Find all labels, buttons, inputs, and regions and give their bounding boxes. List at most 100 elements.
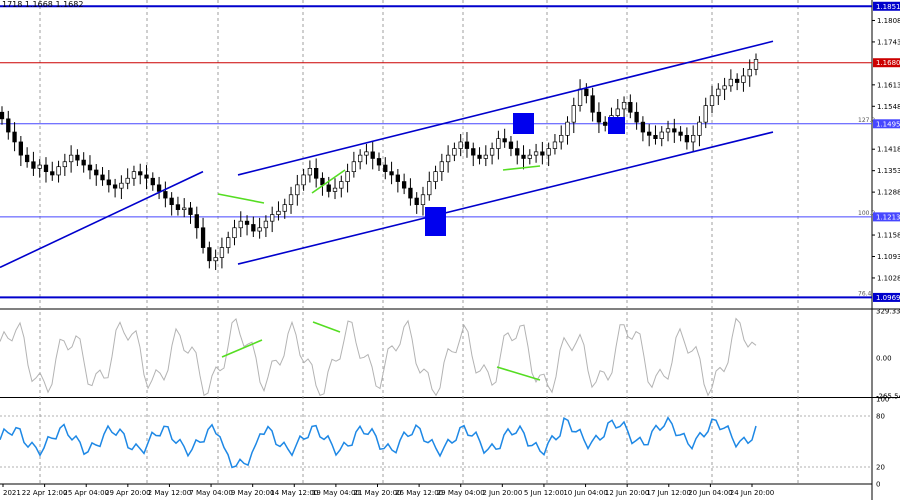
candle-body [533,151,539,156]
candle-body [552,141,558,149]
candle-body [464,141,470,149]
candle-body [156,184,162,192]
candle-body [251,224,256,232]
divergence-line [217,193,265,204]
time-tick-label: 5 Jun 12:00 [524,489,564,497]
candle-body [433,171,438,182]
cci-divergence-line [312,321,341,333]
ohlc-readout: 1718 1.1668 1.1682 [2,0,84,9]
cci-tick-label: 329.3341 [876,308,900,316]
time-tick-label: 2 May 12:00 [148,489,192,497]
candle-body [621,101,627,110]
candle-body [75,154,80,161]
candle-body [31,161,36,169]
candle-body [339,181,344,189]
zone-box [425,207,446,236]
candle-body [169,197,174,206]
channel-upper-line [237,40,774,176]
candle-body [709,95,715,106]
candle-body [37,164,42,169]
candle-body [458,141,463,149]
candle-body [590,95,595,113]
candle-body [665,128,671,133]
rsi-tick-label: 0 [876,481,880,489]
candle-body [427,181,432,196]
candle-body [12,131,17,143]
trendline-left [0,170,204,269]
price-tick-label: 1.1288 [877,189,900,197]
candle-body [383,164,388,173]
candle-body [43,164,49,173]
forex-chart: 1718 1.1668 1.1682 127.2 100.0 76.4 1.1851 1… [0,0,900,500]
candle-body [515,148,520,156]
candle-body [716,88,721,97]
time-tick-label: 10 Jun 04:00 [563,489,607,497]
candle-body [81,159,86,166]
candle-body [232,227,237,239]
candle-body [747,68,752,77]
candle-body [188,207,193,215]
candle-body [376,158,382,166]
fib-label: 76.4 [858,290,872,297]
candle-body [577,88,583,106]
candle-body [678,131,683,136]
cci-tick-label: 0.00 [876,355,892,363]
candle-body [150,177,155,186]
price-tick-label: 1.1851 [876,3,900,11]
candle-body [647,131,652,136]
channel-lower-line [237,131,774,265]
candle-body [62,161,67,168]
candle-body [653,134,658,139]
candle-body [741,75,746,83]
candle-body [56,166,61,176]
candle-body [628,101,633,113]
candle-body [414,197,419,206]
rsi-tick-label: 80 [876,413,885,421]
price-tick-label: 1.1158 [877,232,900,240]
candle-body [6,118,11,133]
time-tick-label: 22 Apr 12:00 [22,489,68,497]
price-tick-label: 1.1093 [877,253,900,261]
time-tick-label: 24 Jun 20:00 [730,489,774,497]
candle-body [358,154,363,163]
candle-body [163,191,168,199]
candle-body [24,154,30,163]
candle-body [370,151,375,159]
candle-body [50,171,55,176]
candle-body [119,182,124,189]
candle-body [301,174,306,186]
price-tick-label: 1.1808 [877,17,900,25]
candle-body [408,187,413,199]
candle-body [226,237,231,248]
candle-body [295,184,300,196]
fib-label: 100.0 [858,210,875,217]
candle-body [263,220,269,229]
time-tick-label: 29 Apr 20:00 [105,489,151,497]
price-tick-label: 1.1495 [876,120,900,128]
time-tick-label: 2 Jun 20:00 [482,489,522,497]
candle-body [439,161,444,173]
price-tick-label: 1.0969 [876,294,900,302]
candle-body [351,161,357,173]
time-tick-label: 7 May 04:00 [189,489,233,497]
candle-body [559,134,564,143]
candle-body [100,174,105,181]
time-tick-label: 2021 [3,489,21,497]
rsi-tick-label: 20 [876,464,885,472]
candle-body [703,105,708,123]
candle-body [496,138,501,149]
candle-body [131,171,137,179]
candle-body [307,168,313,176]
candle-body [596,111,602,123]
candle-body [640,121,646,133]
candle-body [420,194,426,206]
rsi-tick-label: 100 [876,396,889,404]
candle-body [471,148,476,156]
time-tick-label: 17 Jun 12:00 [647,489,691,497]
candle-body [175,204,181,210]
candle-body [87,164,93,171]
time-tick-label: 29 May 04:00 [437,489,485,497]
cci-line [0,317,757,397]
candle-body [144,174,149,179]
candle-body [194,214,199,229]
